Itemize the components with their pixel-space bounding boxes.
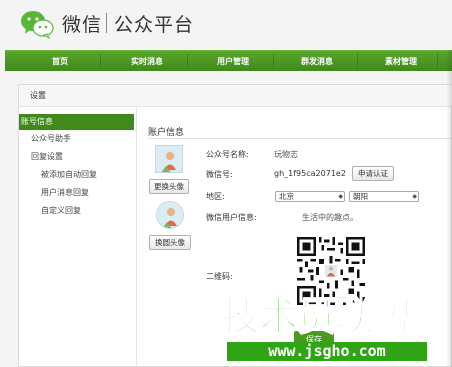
page-root: 微信 公众平台 首页 实时消息 用户管理 群发消息 素材管理 设置 账号信息 公…: [0, 0, 452, 367]
city-select[interactable]: 朝阳 ◆: [349, 191, 419, 202]
sidebar-item-assistant[interactable]: 公众号助手: [31, 131, 71, 147]
apply-verification-button[interactable]: 申请认证: [352, 166, 394, 181]
edge-shadow: [446, 50, 452, 367]
nav-user-management[interactable]: 用户管理: [203, 51, 263, 72]
nav-divider: [357, 54, 358, 69]
main-nav: 首页 实时消息 用户管理 群发消息 素材管理: [5, 50, 452, 71]
qrcode-label: 二维码:: [206, 272, 233, 281]
account-name-label: 公众号名称:: [206, 150, 249, 159]
nav-broadcast[interactable]: 群发消息: [287, 51, 347, 72]
top-header: 微信 公众平台: [0, 0, 452, 50]
round-avatar-illustration-icon: [157, 202, 183, 228]
change-avatar-button[interactable]: 更换头像: [149, 179, 189, 194]
panel-title: 设置: [30, 91, 46, 100]
sidebar-item-reply-settings[interactable]: 回复设置: [31, 149, 63, 165]
watermark-text: 技术员联盟: [220, 295, 413, 341]
nav-divider: [273, 54, 274, 69]
wechat-id-label: 微信号:: [206, 170, 233, 179]
avatar-image: [155, 145, 183, 173]
nav-home[interactable]: 首页: [35, 51, 85, 72]
brand-divider: [106, 13, 107, 33]
account-name-value: 玩物志: [274, 150, 298, 159]
region-label: 地区:: [206, 192, 225, 201]
sidebar-item-account-info[interactable]: 账号信息: [19, 114, 134, 130]
sidebar-item-auto-reply[interactable]: 被添加自动回复: [41, 167, 97, 183]
select-arrow-icon: ◆: [338, 193, 343, 200]
round-avatar-image: [156, 201, 184, 229]
brand-name: 微信: [62, 14, 103, 36]
avatar-illustration-icon: [156, 146, 182, 172]
sidebar-divider: [136, 107, 137, 367]
brand-subtitle: 公众平台: [114, 14, 195, 36]
city-select-value: 朝阳: [353, 192, 368, 201]
user-info-label: 微信用户信息:: [206, 213, 257, 222]
nav-divider: [437, 54, 438, 69]
province-select[interactable]: 北京 ◆: [275, 191, 345, 202]
nav-realtime-messages[interactable]: 实时消息: [117, 51, 177, 72]
nav-divider: [100, 54, 101, 69]
user-info-value: 生活中的趣点。: [302, 213, 358, 222]
nav-materials[interactable]: 素材管理: [371, 51, 431, 72]
nav-divider: [187, 54, 188, 69]
section-title: 账户信息: [148, 128, 185, 138]
section-divider: [148, 138, 452, 139]
wechat-id-value: gh_1f95ca2071e2: [274, 169, 346, 178]
watermark-url: www.jsgho.com: [227, 342, 427, 361]
select-arrow-icon: ◆: [412, 193, 417, 200]
panel-header: 设置: [19, 85, 452, 107]
wechat-logo-icon: [21, 11, 54, 39]
sidebar-item-message-reply[interactable]: 用户消息回复: [41, 185, 89, 201]
sidebar-item-custom-reply[interactable]: 自定义回复: [41, 203, 81, 219]
province-select-value: 北京: [279, 192, 294, 201]
change-round-avatar-button[interactable]: 换圆头像: [149, 235, 191, 250]
